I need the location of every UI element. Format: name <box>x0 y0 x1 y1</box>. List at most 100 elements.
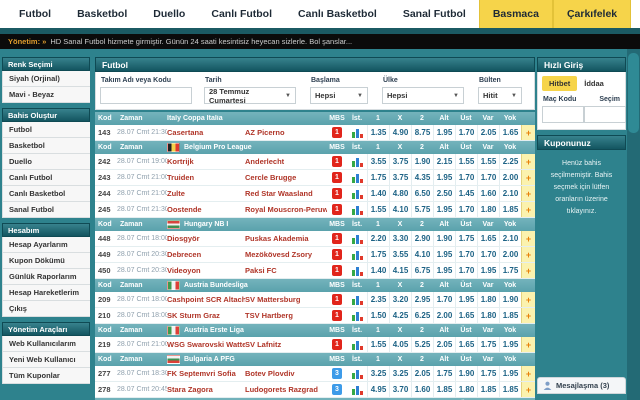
stats-chart-icon[interactable] <box>352 173 363 183</box>
odd-cell-2[interactable]: 4.35 <box>411 170 433 185</box>
odd-cell-st[interactable]: 1.45 <box>455 186 477 201</box>
more-bets-button[interactable]: + <box>521 382 535 397</box>
odd-cell-var[interactable]: 1.80 <box>477 292 499 307</box>
more-bets-button[interactable]: + <box>521 366 535 381</box>
odd-cell-st[interactable]: 1.55 <box>455 154 477 169</box>
sidebar-item-k[interactable]: Çıkış <box>2 301 90 317</box>
odd-cell-x[interactable]: 3.55 <box>389 247 411 262</box>
sidebar-item-futbol[interactable]: Futbol <box>2 122 90 138</box>
odd-cell-st[interactable]: 1.65 <box>455 337 477 352</box>
odd-cell-yok[interactable]: 1.85 <box>499 202 521 217</box>
more-bets-button[interactable]: + <box>521 170 535 185</box>
more-bets-button[interactable]: + <box>521 186 535 201</box>
stats-chart-icon[interactable] <box>352 340 363 350</box>
sidebar-item-canl-basketbol[interactable]: Canlı Basketbol <box>2 186 90 202</box>
nav-tab-canl-futbol[interactable]: Canlı Futbol <box>198 0 285 28</box>
odd-cell-x[interactable]: 3.30 <box>389 231 411 246</box>
away-team[interactable]: Red Star Waasland <box>245 189 327 198</box>
home-team[interactable]: SK Sturm Graz <box>167 311 245 320</box>
away-team[interactable]: Anderlecht <box>245 157 327 166</box>
country-select[interactable]: Hepsi ▼ <box>382 87 464 104</box>
odd-cell-1[interactable]: 1.75 <box>367 170 389 185</box>
away-team[interactable]: Puskas Akademia <box>245 234 327 243</box>
odd-cell-1[interactable]: 4.95 <box>367 382 389 397</box>
odd-cell-x[interactable]: 3.75 <box>389 170 411 185</box>
odd-cell-st[interactable]: 1.95 <box>455 292 477 307</box>
stats-chart-icon[interactable] <box>352 369 363 379</box>
odd-cell-1[interactable]: 1.50 <box>367 308 389 323</box>
odd-cell-var[interactable]: 1.80 <box>477 202 499 217</box>
odd-cell-st[interactable]: 1.80 <box>455 382 477 397</box>
odd-cell-2[interactable]: 6.25 <box>411 308 433 323</box>
stats-chart-icon[interactable] <box>352 266 363 276</box>
more-bets-button[interactable]: + <box>521 247 535 262</box>
odd-cell-var[interactable]: 1.70 <box>477 247 499 262</box>
odd-cell-x[interactable]: 4.10 <box>389 202 411 217</box>
odd-cell-2[interactable]: 4.10 <box>411 247 433 262</box>
bulletin-select[interactable]: Hitit ▼ <box>478 87 522 104</box>
more-bets-button[interactable]: + <box>521 292 535 307</box>
stats-chart-icon[interactable] <box>352 311 363 321</box>
odd-cell-st[interactable]: 1.75 <box>455 231 477 246</box>
home-team[interactable]: Zulte <box>167 189 245 198</box>
odd-cell-x[interactable]: 4.15 <box>389 263 411 278</box>
home-team[interactable]: Videoyon <box>167 266 245 275</box>
odd-cell-x[interactable]: 3.75 <box>389 154 411 169</box>
odd-cell-1[interactable]: 1.55 <box>367 337 389 352</box>
odd-cell-st[interactable]: 1.70 <box>455 202 477 217</box>
odd-cell-2[interactable]: 2.90 <box>411 231 433 246</box>
odd-cell-x[interactable]: 3.25 <box>389 366 411 381</box>
odd-cell-2[interactable]: 8.75 <box>411 125 433 140</box>
odd-cell-alt[interactable]: 1.85 <box>433 382 455 397</box>
odd-cell-alt[interactable]: 1.95 <box>433 247 455 262</box>
stats-chart-icon[interactable] <box>352 128 363 138</box>
stats-chart-icon[interactable] <box>352 189 363 199</box>
page-scrollbar-thumb[interactable] <box>628 53 639 133</box>
home-team[interactable]: Oostende <box>167 205 245 214</box>
match-code-input[interactable] <box>542 106 584 123</box>
odd-cell-var[interactable]: 1.70 <box>477 170 499 185</box>
odd-cell-x[interactable]: 3.70 <box>389 382 411 397</box>
odd-cell-alt[interactable]: 2.00 <box>433 308 455 323</box>
stats-chart-icon[interactable] <box>352 157 363 167</box>
odd-cell-yok[interactable]: 1.90 <box>499 292 521 307</box>
away-team[interactable]: AZ Picerno <box>245 128 327 137</box>
odd-cell-yok[interactable]: 2.00 <box>499 247 521 262</box>
home-team[interactable]: FK Septemvri Sofia <box>167 369 245 378</box>
odd-cell-1[interactable]: 2.20 <box>367 231 389 246</box>
odd-cell-var[interactable]: 1.95 <box>477 263 499 278</box>
nav-tab-basmaca[interactable]: Basmaca <box>479 0 553 28</box>
odd-cell-alt[interactable]: 1.95 <box>433 170 455 185</box>
odd-cell-alt[interactable]: 1.95 <box>433 202 455 217</box>
home-team[interactable]: Truiden <box>167 173 245 182</box>
nav-tab-futbol[interactable]: Futbol <box>6 0 64 28</box>
odd-cell-yok[interactable]: 1.75 <box>499 263 521 278</box>
more-bets-button[interactable]: + <box>521 231 535 246</box>
odd-cell-yok[interactable]: 1.95 <box>499 337 521 352</box>
odd-cell-var[interactable]: 1.60 <box>477 186 499 201</box>
odd-cell-yok[interactable]: 2.10 <box>499 186 521 201</box>
away-team[interactable]: Royal Mouscron-Peruwelz <box>245 205 327 214</box>
start-select[interactable]: Hepsi ▼ <box>310 87 368 104</box>
sidebar-item-kupon-d-k-m[interactable]: Kupon Dökümü <box>2 253 90 269</box>
odd-cell-alt[interactable]: 1.95 <box>433 263 455 278</box>
odd-cell-2[interactable]: 2.05 <box>411 366 433 381</box>
odd-cell-2[interactable]: 1.90 <box>411 154 433 169</box>
away-team[interactable]: Paksi FC <box>245 266 327 275</box>
home-team[interactable]: Casertana <box>167 128 245 137</box>
odd-cell-alt[interactable]: 2.15 <box>433 154 455 169</box>
odd-cell-st[interactable]: 1.90 <box>455 366 477 381</box>
odd-cell-1[interactable]: 1.55 <box>367 202 389 217</box>
away-team[interactable]: Ludogorets Razgrad <box>245 385 327 394</box>
odd-cell-alt[interactable]: 2.50 <box>433 186 455 201</box>
tab-hitbet[interactable]: Hitbet <box>542 76 577 91</box>
tab-iddaa[interactable]: İddaa <box>577 76 611 91</box>
home-team[interactable]: Cashpoint SCR Altach <box>167 295 245 304</box>
more-bets-button[interactable]: + <box>521 202 535 217</box>
odd-cell-var[interactable]: 2.05 <box>477 125 499 140</box>
nav-tab-duello[interactable]: Duello <box>140 0 198 28</box>
odd-cell-var[interactable]: 1.55 <box>477 154 499 169</box>
more-bets-button[interactable]: + <box>521 337 535 352</box>
stats-chart-icon[interactable] <box>352 205 363 215</box>
sidebar-item-yeni-web-kullan-c[interactable]: Yeni Web Kullanıcı <box>2 352 90 368</box>
